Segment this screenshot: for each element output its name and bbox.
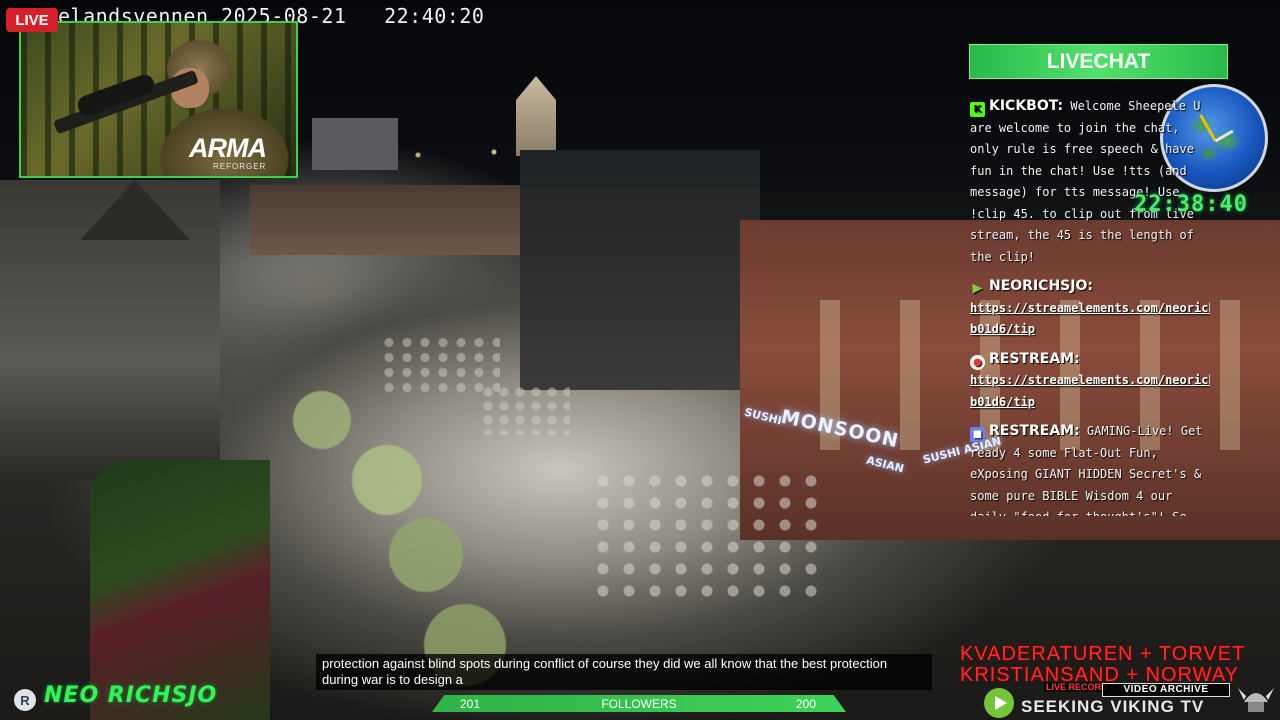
chat-link[interactable]: https://streamelements.com/neorichsjo-b0… [970,301,1210,337]
followers-goal: 200 [795,696,816,711]
play-icon [984,688,1014,718]
rumble-icon: ▶ [972,281,983,296]
arma-logo: ARMA [189,133,267,163]
livechat-header: LIVECHAT [969,44,1228,79]
chat-user: KICKBOT: [989,98,1064,114]
streamer-name: NEO RICHSJO [44,683,218,708]
youtube-icon: ● [970,354,985,370]
chat-text: Welcome Sheepele U are welcome to join t… [970,99,1201,264]
location-label: KVADERATUREN + TORVET KRISTIANSAND + NOR… [960,644,1245,686]
chat-link[interactable]: https://streamelements.com/neorichsjo-b0… [970,373,1210,409]
flower-bed [90,460,270,720]
live-record-label: LIVE RECORD [1044,682,1110,692]
building-row-left [250,185,530,255]
chat-user: RESTREAM: [989,423,1080,439]
chat-message: ▶ NEORICHSJO: https://streamelements.com/… [970,276,1210,341]
live-badge: LIVE [6,8,58,32]
office-building [312,118,398,170]
chat-user: RESTREAM: [989,350,1080,367]
chat-message: K KICKBOT: Welcome Sheepele U are welcome… [970,96,1210,268]
church-tower [516,76,556,156]
building-middle [520,150,760,390]
location-line-1: KVADERATUREN + TORVET [960,643,1246,665]
channel-name: SEEKING VIKING TV [1021,697,1205,716]
video-archive-label: VIDEO ARCHIVE [1102,683,1230,697]
digital-clock: 22:38:40 [1134,192,1248,217]
followers-goal-bar: 201 FOLLOWERS 200 [432,695,846,712]
chat-feed: K KICKBOT: Welcome Sheepele U are welcome… [970,96,1210,516]
kick-icon: K [970,102,985,117]
trees [270,390,530,690]
outdoor-tables-3 [480,385,570,435]
viking-helmet-icon [1238,688,1274,712]
followers-label: FOLLOWERS [601,696,677,711]
webcam-overlay: ARMA REFORGER [19,21,298,178]
outdoor-tables [590,470,820,600]
restream-icon: R [14,689,36,711]
chat-user: NEORICHSJO: [989,278,1093,294]
subtitle-caption: protection against blind spots during co… [316,654,932,690]
chat-message: ■ RESTREAM: GAMING-Live! Get ready 4 some… [970,421,1210,516]
arma-logo-sub: REFORGER [213,162,267,171]
twitch-icon: ■ [970,427,985,442]
chat-message: ● RESTREAM: https://streamelements.com/ne… [970,349,1210,414]
